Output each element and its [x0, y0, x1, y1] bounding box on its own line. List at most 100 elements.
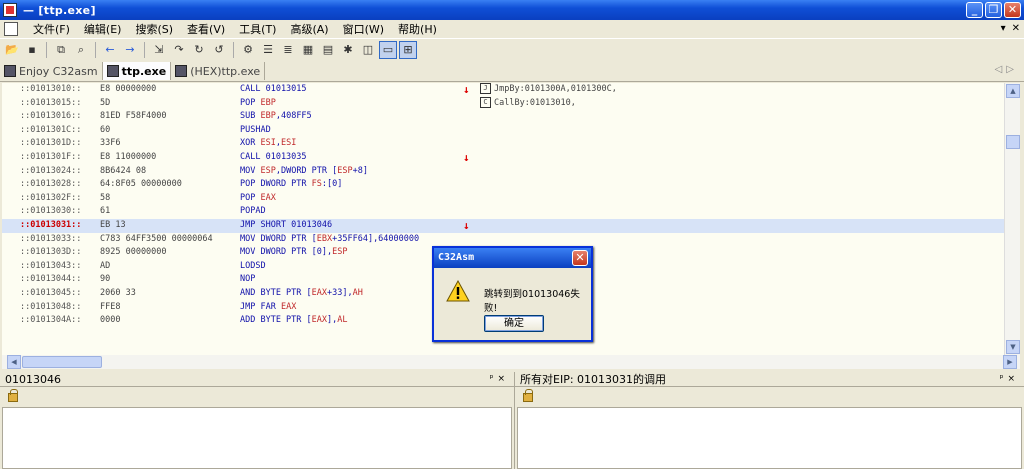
code-instruction: CALL 01013015 — [240, 84, 307, 94]
scroll-down-icon[interactable]: ▼ — [1006, 340, 1020, 354]
code-instruction: POP EBP — [240, 97, 276, 108]
panel-header: 01013046 ᵖ× — [0, 372, 514, 387]
code-row[interactable]: ::01013030:: 61 POPAD — [2, 205, 1004, 219]
tab-ttp-exe[interactable]: ttp.exe — [102, 62, 172, 80]
window-title: — [ttp.exe] — [23, 3, 96, 17]
copy-icon[interactable]: ⧉ — [52, 41, 70, 59]
code-address: ::01013030:: — [20, 206, 82, 217]
menu-edit[interactable]: 编辑(E) — [77, 21, 129, 37]
code-address: ::0101304A:: — [20, 315, 82, 326]
code-row[interactable]: ::01013015:: 5D POP EBP C CallBy:01013010, — [2, 96, 1004, 111]
menu-window[interactable]: 窗口(W) — [336, 21, 391, 37]
mdi-dropdown-icon[interactable]: ▾ — [1001, 23, 1006, 34]
code-hex: 60 — [100, 124, 111, 135]
scroll-left-icon[interactable]: ◀ — [7, 355, 21, 369]
restore-button[interactable]: ❐ — [985, 2, 1002, 18]
code-hex: 33F6 — [100, 138, 121, 149]
dialog-close-button[interactable]: ✕ — [572, 250, 588, 266]
jump-icon[interactable]: ↻ — [190, 41, 208, 59]
tab-label: Enjoy C32asm — [19, 64, 98, 78]
find-icon[interactable]: ⌕ — [72, 41, 90, 59]
tab-enjoy-c32asm[interactable]: Enjoy C32asm — [0, 62, 103, 80]
grid2-icon[interactable]: ▤ — [319, 41, 337, 59]
return-icon[interactable]: ↺ — [210, 41, 228, 59]
menu-help[interactable]: 帮助(H) — [391, 21, 444, 37]
code-address: ::01013028:: — [20, 179, 82, 190]
toolbar: 📂 ▪ ⧉ ⌕ ← → ⇲ ↷ ↻ ↺ ⚙ ☰ ≣ ▦ ▤ ✱ ◫ ▭ ⊞ — [0, 39, 1024, 60]
toolbar-separator — [233, 41, 234, 58]
code-row[interactable]: ::01013010:: E8 00000000 CALL 01013015 ↓ J Jm… — [2, 83, 1004, 97]
comment-text: CallBy:01013010, — [494, 97, 576, 108]
lock-icon[interactable] — [523, 389, 533, 402]
code-hex: 2060 33 — [100, 287, 136, 298]
dialog-title: C32Asm — [434, 248, 591, 268]
lock-icon[interactable] — [8, 389, 18, 402]
minimize-button[interactable]: _ — [966, 2, 983, 18]
code-hex: 5D — [100, 97, 111, 108]
code-row[interactable]: ::0101301F:: E8 11000000 CALL 01013035 ↓ — [2, 151, 1004, 165]
close-button[interactable]: ✕ — [1004, 2, 1021, 18]
right-panel: 所有对EIP: 01013031的调用 ᵖ× — [514, 372, 1024, 469]
tab-label: ttp.exe — [121, 64, 167, 78]
list2-icon[interactable]: ≣ — [279, 41, 297, 59]
code-hex: FFE8 — [100, 301, 121, 312]
scroll-up-icon[interactable]: ▲ — [1006, 84, 1020, 98]
code-row[interactable]: ::01013031:: EB 13 JMP SHORT 01013046 ↓ — [2, 218, 1004, 233]
tab-doc-icon — [175, 65, 188, 77]
scroll-right-icon[interactable]: ▶ — [1003, 355, 1017, 369]
code-instruction: LODSD — [240, 260, 266, 271]
mdi-close-icon[interactable]: ✕ — [1012, 23, 1020, 34]
menu-search[interactable]: 搜索(S) — [128, 21, 180, 37]
code-row[interactable]: ::01013033:: C783 64FF3500 00000064 MOV DW… — [2, 233, 1004, 247]
panel-body[interactable] — [517, 407, 1022, 469]
code-row[interactable]: ::01013028:: 64:8F05 00000000 POP DWORD PT… — [2, 178, 1004, 192]
title-bar: — [ttp.exe] _ ❐ ✕ — [0, 0, 1024, 20]
menu-view[interactable]: 查看(V) — [180, 21, 232, 37]
forward-icon[interactable]: → — [121, 41, 139, 59]
code-instruction: POPAD — [240, 206, 266, 217]
code-address: ::01013044:: — [20, 274, 82, 285]
step-icon[interactable]: ↷ — [170, 41, 188, 59]
jump-arrow-icon: ↓ — [463, 218, 470, 232]
menu-advanced[interactable]: 高级(A) — [283, 21, 335, 37]
code-row[interactable]: ::01013024:: 8B6424 08 MOV ESP,DWORD PTR [… — [2, 165, 1004, 179]
call-ref-icon: C — [480, 96, 491, 108]
goto-icon[interactable]: ⇲ — [150, 41, 168, 59]
document-icon[interactable] — [4, 22, 18, 36]
code-row[interactable]: ::0101302F:: 58 POP EAX — [2, 192, 1004, 206]
tile-icon[interactable]: ⊞ — [399, 40, 417, 59]
menu-file[interactable]: 文件(F) — [26, 21, 77, 37]
tab-scroll-arrows-icon[interactable]: ◁▷ — [995, 64, 1018, 75]
panel-pin-close-icon[interactable]: ᵖ× — [1000, 372, 1019, 387]
scroll-thumb[interactable] — [22, 356, 102, 368]
settings-icon[interactable]: ⚙ — [239, 41, 257, 59]
code-row[interactable]: ::0101301C:: 60 PUSHAD — [2, 124, 1004, 138]
code-address: ::01013031:: — [20, 219, 82, 230]
code-hex: EB 13 — [100, 219, 126, 230]
code-row[interactable]: ::0101301D:: 33F6 XOR ESI,ESI — [2, 137, 1004, 151]
dialog-message: 跳转到到01013046失败! — [484, 289, 580, 314]
scroll-thumb[interactable] — [1006, 135, 1020, 149]
bug-icon[interactable]: ✱ — [339, 41, 357, 59]
ok-button[interactable]: 确定 — [484, 315, 544, 332]
panel-icon[interactable]: ▭ — [379, 40, 397, 59]
code-hex: C783 64FF3500 00000064 — [100, 233, 213, 244]
menu-tools[interactable]: 工具(T) — [232, 21, 283, 37]
panel-body[interactable] — [2, 407, 512, 469]
code-hex: AD — [100, 260, 111, 271]
back-icon[interactable]: ← — [101, 41, 119, 59]
panel-toolbar — [0, 387, 514, 405]
code-instruction: MOV ESP,DWORD PTR [ESP+8] — [240, 165, 368, 176]
horizontal-scrollbar[interactable]: ◀ ▶ — [2, 355, 1020, 369]
window-icon[interactable]: ◫ — [359, 41, 377, 59]
code-row[interactable]: ::01013016:: 81ED F58F4000 SUB EBP,408FF5 — [2, 110, 1004, 124]
grid-icon[interactable]: ▦ — [299, 41, 317, 59]
panel-pin-close-icon[interactable]: ᵖ× — [490, 372, 509, 387]
vertical-scrollbar[interactable]: ▲ ▼ — [1004, 83, 1020, 355]
comment-text: JmpBy:0101300A,0101300C, — [494, 84, 617, 94]
list-icon[interactable]: ☰ — [259, 41, 277, 59]
open-icon[interactable]: 📂 — [3, 41, 21, 59]
tab-hex-ttp-exe[interactable]: (HEX)ttp.exe — [171, 62, 266, 80]
left-panel: 01013046 ᵖ× — [0, 372, 514, 469]
save-icon[interactable]: ▪ — [23, 41, 41, 59]
